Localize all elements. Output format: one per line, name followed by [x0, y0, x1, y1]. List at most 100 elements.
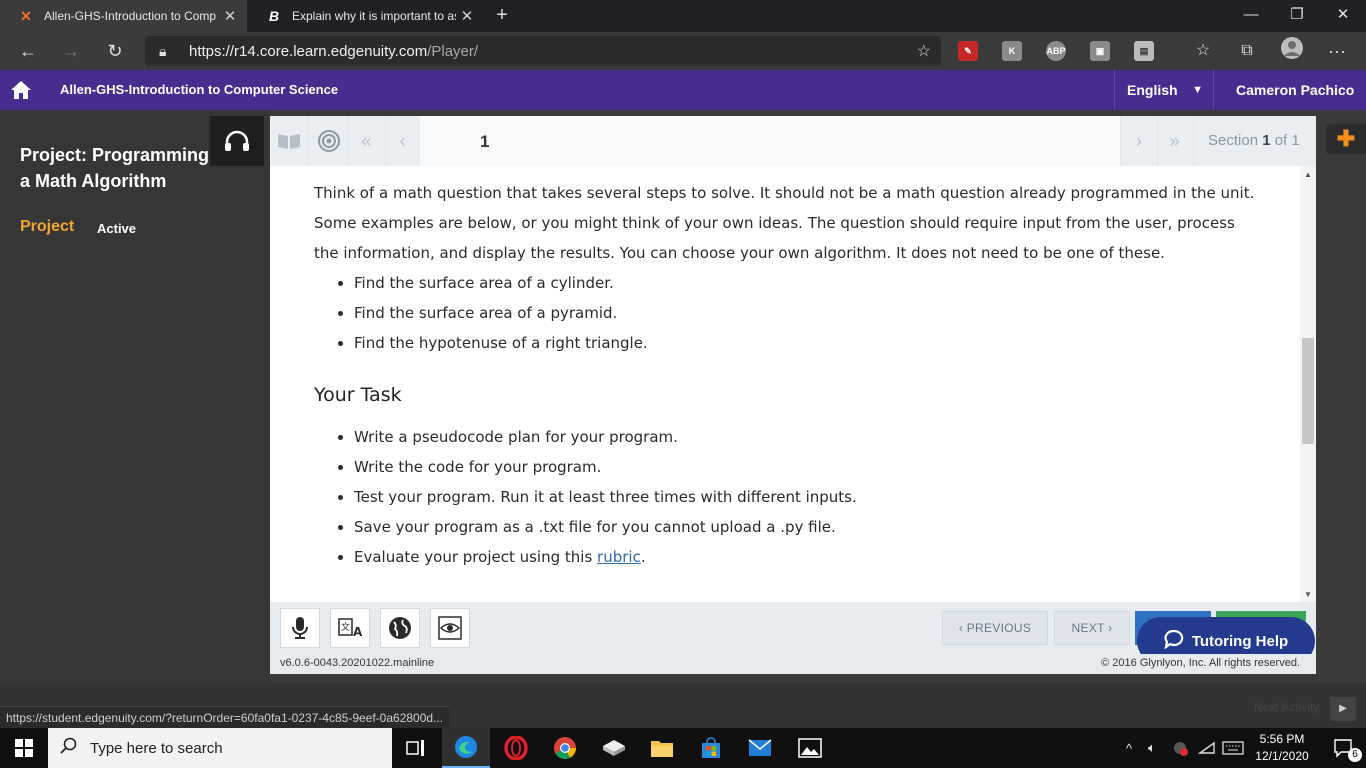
forward-arrow-icon[interactable]: → [56, 37, 86, 65]
extension-pages-icon[interactable]: ▣ [1090, 41, 1110, 61]
screen: ✕ Allen-GHS-Introduction to Comp ✕ B Exp… [0, 0, 1366, 768]
show-hidden-icons-icon[interactable]: ^ [1126, 728, 1132, 768]
collections-icon[interactable]: ⧉ [1232, 37, 1262, 65]
photos-icon[interactable] [786, 728, 834, 768]
lock-icon: 🔒︎ [159, 42, 167, 59]
plus-icon[interactable]: ✚ [1326, 124, 1366, 154]
url-text: https://r14.core.learn.edgenuity.com/Pla… [189, 42, 479, 60]
tab-title: Allen-GHS-Introduction to Comp [44, 9, 217, 23]
system-clock[interactable]: 5:56 PM 12/1/2020 [1250, 731, 1314, 765]
refresh-icon[interactable]: ↻ [100, 37, 130, 65]
windows-taskbar: Type here to search ^ 🔈︎ 5:56 PM 12/1/20… [0, 728, 1366, 768]
address-bar[interactable]: 🔒︎ https://r14.core.learn.edgenuity.com/… [145, 36, 941, 66]
content-scrollbar[interactable]: ▲ ▼ [1300, 166, 1316, 602]
restore-button[interactable]: ❐ [1274, 0, 1320, 32]
favorite-star-icon[interactable]: ☆ [917, 41, 931, 61]
chevron-down-icon: ▼ [1192, 84, 1203, 96]
headphones-icon[interactable] [210, 116, 264, 166]
microphone-icon[interactable] [280, 608, 320, 648]
browser-tab-inactive[interactable]: B Explain why it is important to as ✕ [248, 0, 484, 32]
next-activity-arrow-icon[interactable]: ▶ [1330, 697, 1356, 721]
last-page-icon[interactable]: » [1156, 116, 1194, 166]
clock-date: 12/1/2020 [1255, 749, 1309, 763]
previous-button[interactable]: ‹ PREVIOUS [942, 611, 1048, 645]
notification-count-badge: 6 [1348, 748, 1362, 762]
previous-page-icon[interactable]: ‹ [384, 116, 422, 166]
task-heading: Your Task [314, 384, 402, 406]
next-page-icon[interactable]: › [1120, 116, 1158, 166]
next-activity-label[interactable]: Next Activity [1254, 700, 1319, 714]
app-header: Allen-GHS-Introduction to Computer Scien… [0, 70, 1366, 110]
extension-book-icon[interactable]: ▤ [1134, 41, 1154, 61]
player-toolbar: « ‹ 1 › » Section 1 of 1 [270, 116, 1316, 166]
windows-start-icon[interactable] [0, 728, 48, 768]
keyboard-icon[interactable] [1222, 728, 1244, 768]
close-tab-icon[interactable]: ✕ [456, 7, 478, 25]
extension-gray-icon[interactable]: K [1002, 41, 1022, 61]
network-status-icon[interactable] [1172, 728, 1188, 768]
edge-browser-icon[interactable] [442, 728, 490, 768]
file-explorer-icon[interactable] [638, 728, 686, 768]
next-button[interactable]: NEXT › [1054, 611, 1130, 645]
scrollbar-thumb[interactable] [1302, 338, 1314, 444]
microsoft-store-icon[interactable] [687, 728, 735, 768]
action-center-icon[interactable]: 6 [1322, 728, 1366, 768]
rubric-link[interactable]: rubric [597, 548, 641, 566]
back-arrow-icon[interactable]: ← [13, 37, 43, 65]
book-icon[interactable] [270, 116, 308, 166]
taskbar-search[interactable]: Type here to search [48, 728, 392, 768]
first-page-icon[interactable]: « [348, 116, 386, 166]
adblock-plus-icon[interactable]: ABP [1046, 41, 1066, 61]
favorites-list-icon[interactable]: ☆ [1188, 37, 1218, 65]
page-number-strip: 1 [420, 116, 1120, 166]
scroll-up-icon[interactable]: ▲ [1300, 170, 1316, 179]
user-name[interactable]: Cameron Pachico [1236, 70, 1354, 110]
scroll-down-icon[interactable]: ▼ [1300, 590, 1316, 599]
home-icon[interactable] [0, 70, 42, 110]
list-item: Write the code for your program. [354, 452, 1254, 482]
list-item: Find the hypotenuse of a right triangle. [354, 328, 1254, 358]
chrome-icon[interactable] [541, 728, 589, 768]
page-number[interactable]: 1 [480, 116, 489, 168]
project-title: Project: Programming a Math Algorithm [20, 145, 210, 191]
language-label: English [1127, 82, 1178, 98]
task-list: Write a pseudocode plan for your program… [354, 422, 1254, 572]
tutoring-help-label: Tutoring Help [1191, 632, 1289, 650]
more-menu-icon[interactable]: ··· [1322, 37, 1352, 65]
list-item: Write a pseudocode plan for your program… [354, 422, 1254, 452]
language-select[interactable]: English ▼ [1114, 70, 1214, 110]
volume-icon[interactable]: 🔈︎ [1148, 728, 1156, 768]
close-window-button[interactable]: ✕ [1320, 0, 1366, 32]
edgenuity-logo-icon: ✕ [20, 7, 32, 24]
section-indicator: Section 1 of 1 [1208, 132, 1300, 149]
version-label: v6.0.6-0043.20201022.mainline [280, 657, 435, 669]
chat-bubble-icon [1164, 629, 1184, 653]
storage-drive-icon[interactable] [590, 728, 638, 768]
svg-text:文: 文 [341, 621, 350, 633]
browser-tab-strip: ✕ Allen-GHS-Introduction to Comp ✕ B Exp… [0, 0, 1366, 32]
list-item: Test your program. Run it at least three… [354, 482, 1254, 512]
target-icon[interactable] [310, 116, 348, 166]
examples-list: Find the surface area of a cylinder. Fin… [354, 268, 1254, 358]
status-bar-url: https://student.edgenuity.com/?returnOrd… [0, 706, 450, 728]
browser-toolbar: ← → ↻ 🔒︎ https://r14.core.learn.edgenuit… [0, 32, 1366, 70]
minimize-button[interactable]: — [1228, 0, 1274, 32]
visibility-icon[interactable] [430, 608, 470, 648]
task-view-icon[interactable] [392, 728, 440, 768]
wifi-icon[interactable] [1198, 728, 1216, 768]
brainly-logo-icon: B [268, 8, 280, 24]
opera-icon[interactable] [492, 728, 540, 768]
translate-icon[interactable]: A文 [330, 608, 370, 648]
globe-icon[interactable] [380, 608, 420, 648]
new-tab-button[interactable]: + [490, 4, 514, 28]
mail-icon[interactable] [736, 728, 784, 768]
list-item: Evaluate your project using this rubric. [354, 542, 1254, 572]
extension-red-icon[interactable]: ✎ [958, 41, 978, 61]
close-tab-icon[interactable]: ✕ [219, 7, 241, 25]
svg-text:A: A [353, 625, 362, 639]
search-icon [60, 737, 78, 760]
activity-content: Think of a math question that takes seve… [270, 166, 1316, 602]
copyright-label: © 2016 Glynlyon, Inc. All rights reserve… [1101, 657, 1300, 669]
browser-tab-active[interactable]: ✕ Allen-GHS-Introduction to Comp ✕ [0, 0, 247, 32]
profile-avatar-icon[interactable] [1277, 37, 1307, 65]
